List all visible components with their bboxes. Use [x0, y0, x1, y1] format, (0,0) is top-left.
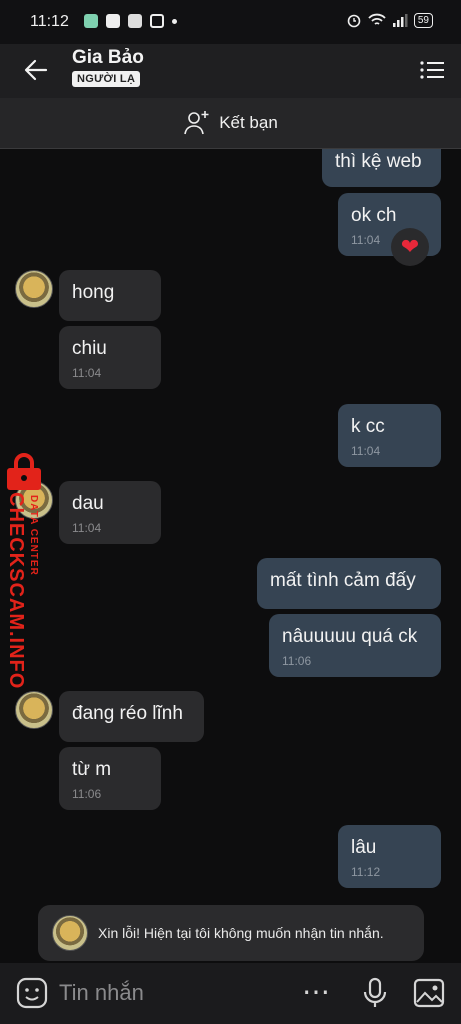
message-text: lâu: [351, 837, 377, 858]
message-bubble-outgoing[interactable]: thì kệ web: [322, 149, 441, 187]
message-text: hong: [72, 282, 115, 303]
contact-avatar: [52, 915, 88, 951]
menu-list-icon[interactable]: [419, 58, 445, 82]
contact-avatar[interactable]: [15, 691, 53, 729]
auto-reply-text: Xin lỗi! Hiện tại tôi không muốn nhận ti…: [98, 925, 384, 941]
wifi-icon: [368, 13, 386, 25]
message-time: 11:04: [351, 444, 381, 458]
heart-reaction-icon[interactable]: ❤: [391, 228, 429, 266]
battery-indicator: 59: [413, 12, 433, 28]
back-arrow-icon[interactable]: [22, 56, 50, 84]
message-time: 11:06: [72, 787, 102, 801]
message-time: 11:12: [351, 865, 381, 879]
message-text: dau: [72, 493, 104, 514]
image-icon[interactable]: [413, 978, 445, 1008]
message-text: chiu: [72, 338, 107, 359]
stranger-badge: NGƯỜI LẠ: [72, 71, 141, 87]
message-bubble-incoming[interactable]: từ m 11:06: [59, 747, 161, 810]
add-user-icon: [184, 111, 209, 135]
message-bubble-incoming[interactable]: chiu 11:04: [59, 326, 161, 389]
add-friend-button[interactable]: Kết bạn: [0, 98, 461, 149]
microphone-icon[interactable]: [362, 977, 388, 1009]
message-text: k cc: [351, 416, 385, 437]
chat-header: Gia Bảo NGƯỜI LẠ: [0, 44, 461, 98]
chat-app-icon: [84, 14, 98, 28]
message-bubble-incoming[interactable]: đang réo lĩnh: [59, 691, 204, 742]
momo-icon: [128, 14, 142, 28]
status-bar: 11:12 59: [0, 0, 461, 44]
message-bubble-outgoing[interactable]: mất tình cảm đấy: [257, 558, 441, 609]
zalo-icon: [106, 14, 120, 28]
message-time: 11:04: [72, 366, 102, 380]
status-time: 11:12: [30, 13, 69, 30]
add-friend-label: Kết bạn: [219, 113, 278, 132]
message-time: 11:04: [72, 521, 102, 535]
message-input[interactable]: Tin nhắn: [59, 980, 144, 1006]
message-bubble-outgoing[interactable]: nâuuuuu quá ck 11:06: [269, 614, 441, 677]
watermark-text: CHECKSCAM.INFO: [5, 492, 27, 690]
message-bubble-outgoing[interactable]: lâu 11:12: [338, 825, 441, 888]
message-list[interactable]: thì kệ web ok ch 11:04 ❤ hong chiu 11:04…: [0, 149, 461, 962]
message-text: từ m: [72, 759, 112, 780]
signal-icon: [392, 14, 408, 27]
contact-name[interactable]: Gia Bảo: [72, 47, 144, 69]
message-text: ok ch: [351, 205, 397, 226]
message-composer: Tin nhắn ⋯: [0, 963, 461, 1024]
message-text: thì kệ web: [335, 151, 422, 172]
notification-icons: [84, 14, 177, 28]
message-bubble-incoming[interactable]: hong: [59, 270, 161, 321]
more-icon[interactable]: ⋯: [302, 975, 330, 1008]
watermark-lock-icon: [7, 453, 41, 490]
message-time: 11:06: [282, 654, 312, 668]
alarm-icon: [347, 14, 361, 28]
message-bubble-incoming[interactable]: dau 11:04: [59, 481, 161, 544]
message-text: đang réo lĩnh: [72, 703, 183, 724]
sticker-icon[interactable]: [16, 977, 48, 1009]
message-text: nâuuuuu quá ck: [282, 626, 418, 647]
instagram-icon: [150, 14, 164, 28]
watermark-subtext: DATA CENTER: [28, 495, 39, 576]
contact-avatar[interactable]: [15, 270, 53, 308]
message-text: mất tình cảm đấy: [270, 570, 416, 591]
status-right: 59: [346, 12, 433, 28]
auto-reply-notice: Xin lỗi! Hiện tại tôi không muốn nhận ti…: [38, 905, 424, 961]
message-bubble-outgoing[interactable]: k cc 11:04: [338, 404, 441, 467]
message-time: 11:04: [351, 233, 381, 247]
dot-icon: [172, 18, 177, 24]
